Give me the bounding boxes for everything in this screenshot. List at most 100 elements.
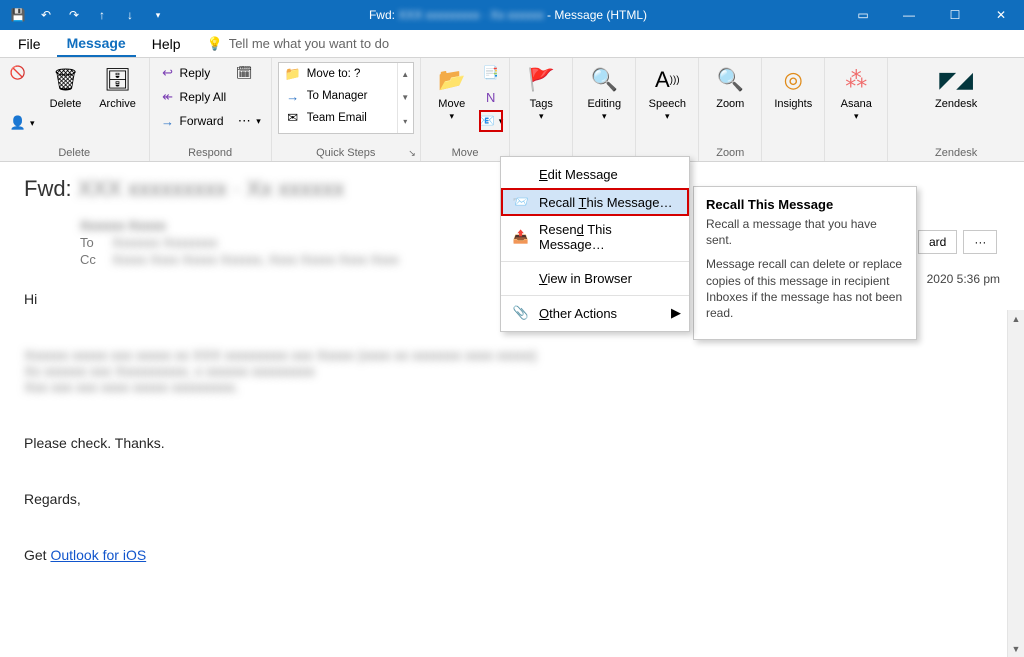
body-blurred-3: Xxx xxx xxx xxxx xxxxx xxxxxxxxx. [24, 379, 1000, 395]
ignore-icon: 🚫 [10, 65, 26, 81]
next-item-icon[interactable]: ↓ [118, 3, 142, 27]
quick-step-team-email[interactable]: ✉Team Email [279, 107, 413, 129]
ribbon-display-options-icon[interactable]: ▭ [840, 0, 886, 30]
tell-me-search[interactable]: 💡 Tell me what you want to do [207, 36, 390, 52]
scroll-down-icon[interactable]: ▼ [1008, 640, 1024, 657]
reply-all-button[interactable]: ↞Reply All [156, 86, 231, 108]
junk-button[interactable]: 👤▾ [6, 112, 39, 134]
group-tags: 🚩 Tags▾ [510, 58, 573, 161]
actions-dropdown[interactable]: 📧▾ [479, 110, 504, 132]
quick-step-move-to[interactable]: 📁Move to: ? [279, 63, 413, 85]
trash-icon: 🗑 [50, 64, 82, 96]
undo-icon[interactable]: ↶ [34, 3, 58, 27]
received-timestamp: 2020 5:36 pm [927, 272, 1000, 286]
zendesk-icon: ◤◢ [940, 64, 972, 96]
body-line: Please check. Thanks. [24, 435, 1000, 451]
speech-button[interactable]: A))) Speech▾ [642, 62, 692, 124]
actions-menu: Edit Message 📨Recall This Message… 📤Rese… [500, 156, 690, 332]
meeting-button[interactable]: 🗓 [232, 62, 265, 84]
tell-me-label: Tell me what you want to do [229, 36, 389, 51]
delete-label: Delete [50, 98, 82, 110]
calendar-icon: 🗓 [236, 65, 252, 81]
move-folder-icon: 📂 [436, 64, 468, 96]
tab-message[interactable]: Message [57, 31, 136, 57]
minimize-icon[interactable]: — [886, 0, 932, 30]
ribbon-tabs: File Message Help 💡 Tell me what you wan… [0, 30, 1024, 58]
cc-label: Cc [80, 252, 102, 267]
gallery-down-icon[interactable]: ▼ [398, 86, 413, 109]
folder-move-icon: 📁 [285, 66, 301, 82]
tab-help[interactable]: Help [142, 32, 191, 56]
more-actions-button[interactable]: ··· [963, 230, 997, 254]
maximize-icon[interactable]: ☐ [932, 0, 978, 30]
more-respond-button[interactable]: ⋯▾ [232, 110, 265, 132]
zoom-label: Zoom [716, 98, 744, 110]
tooltip-title: Recall This Message [706, 197, 904, 212]
onenote-button[interactable]: N [479, 86, 504, 108]
insights-button[interactable]: ◎ Insights [768, 62, 818, 112]
cc-value: Xxxxx Xxxx Xxxxx Xxxxxx, Xxxx Xxxxx Xxxx… [112, 252, 399, 267]
other-actions-icon: 📎 [513, 305, 529, 321]
editing-button[interactable]: 🔍 Editing▾ [579, 62, 629, 124]
title-subject-blurred: XXX xxxxxxxxx · Xx xxxxxx [398, 8, 543, 22]
group-delete: 🚫 👤▾ 🗑 Delete 🗄 Archive Delete [0, 58, 150, 161]
asana-button[interactable]: ⁂ Asana▾ [831, 62, 881, 124]
submenu-arrow-icon: ▶ [671, 305, 681, 321]
rules-icon: 📑 [483, 65, 499, 81]
qat-customize-icon[interactable]: ▾ [146, 3, 170, 27]
prev-item-icon[interactable]: ↑ [90, 3, 114, 27]
group-asana: ⁂ Asana▾ [825, 58, 888, 161]
zoom-button[interactable]: 🔍 Zoom [705, 62, 755, 112]
onenote-icon: N [483, 89, 499, 105]
rules-button[interactable]: 📑 [479, 62, 504, 84]
menu-view-in-browser[interactable]: View in Browser [501, 265, 689, 292]
to-manager-icon: → [285, 88, 301, 104]
tab-file[interactable]: File [8, 32, 51, 56]
ignore-button[interactable]: 🚫 [6, 62, 39, 84]
close-icon[interactable]: ✕ [978, 0, 1024, 30]
vertical-scrollbar[interactable]: ▲ ▼ [1007, 310, 1024, 657]
junk-icon: 👤 [10, 115, 26, 131]
hidden-reply-bar: ard ··· [918, 230, 997, 254]
asana-icon: ⁂ [840, 64, 872, 96]
to-value: Xxxxxxx Xxxxxxxx [112, 235, 217, 250]
group-zoom-label: Zoom [699, 147, 761, 161]
save-icon[interactable]: 💾 [6, 3, 30, 27]
group-quick-steps-label: Quick Steps↘ [272, 147, 420, 161]
menu-separator [501, 261, 689, 262]
menu-other-actions[interactable]: 📎Other Actions▶ [501, 299, 689, 327]
tags-button[interactable]: 🚩 Tags▾ [516, 62, 566, 124]
redo-icon[interactable]: ↷ [62, 3, 86, 27]
move-button[interactable]: 📂 Move▾ [427, 62, 477, 124]
archive-button[interactable]: 🗄 Archive [93, 62, 143, 112]
reply-button[interactable]: ↩Reply [156, 62, 231, 84]
menu-edit-message[interactable]: Edit Message [501, 161, 689, 188]
delete-button[interactable]: 🗑 Delete [41, 62, 91, 112]
read-aloud-icon: A))) [651, 64, 683, 96]
actions-icon: 📧 [479, 113, 495, 129]
group-editing: 🔍 Editing▾ [573, 58, 636, 161]
tooltip-line1: Recall a message that you have sent. [706, 216, 904, 248]
gallery-up-icon[interactable]: ▲ [398, 63, 413, 86]
recall-tooltip: Recall This Message Recall a message tha… [693, 186, 917, 340]
forward-button[interactable]: →Forward [156, 110, 231, 132]
dialog-launcher-icon[interactable]: ↘ [408, 148, 416, 159]
group-delete-label: Delete [0, 147, 149, 161]
group-zendesk: ◤◢ Zendesk Zendesk [888, 58, 1024, 161]
menu-resend-message[interactable]: 📤Resend This Message… [501, 216, 689, 258]
forward-partial-button[interactable]: ard [918, 230, 957, 254]
gallery-more-icon[interactable]: ▾ [398, 110, 413, 133]
group-quick-steps: 📁Move to: ? →To Manager ✉Team Email ▲▼▾ … [272, 58, 421, 161]
zendesk-button[interactable]: ◤◢ Zendesk [931, 62, 981, 112]
insights-label: Insights [774, 98, 812, 110]
outlook-ios-link[interactable]: Outlook for iOS [50, 547, 146, 563]
group-insights: ◎ Insights [762, 58, 825, 161]
from-line: Xxxxxx Xxxxx [80, 218, 166, 233]
group-zendesk-label: Zendesk [888, 147, 1024, 161]
lightbulb-icon: 💡 [207, 36, 223, 52]
quick-step-to-manager[interactable]: →To Manager [279, 85, 413, 107]
quick-steps-gallery[interactable]: 📁Move to: ? →To Manager ✉Team Email ▲▼▾ [278, 62, 414, 134]
scroll-up-icon[interactable]: ▲ [1008, 310, 1024, 327]
mail-icon: ✉ [285, 110, 301, 126]
menu-recall-message[interactable]: 📨Recall This Message… [501, 188, 689, 216]
